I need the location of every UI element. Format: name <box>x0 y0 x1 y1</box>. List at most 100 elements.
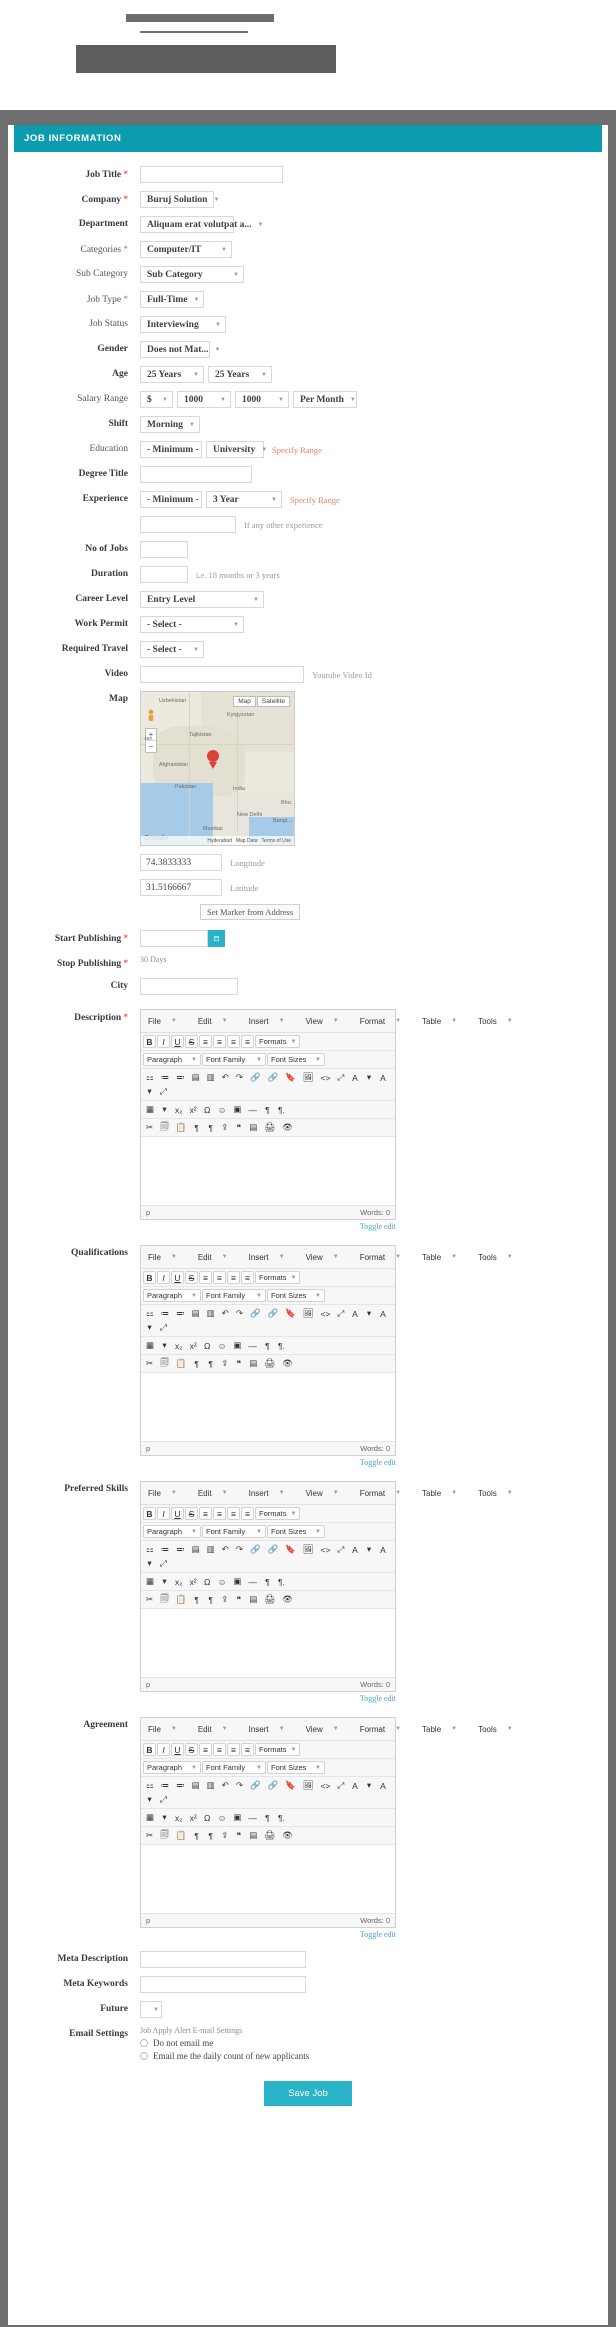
map-type-controls[interactable]: Map Satellite <box>233 696 290 707</box>
editor-tool-3-17[interactable]: ⤢ <box>157 1557 170 1570</box>
editor-tool-3-15[interactable]: A <box>376 1779 389 1792</box>
editor-menu-insert[interactable]: Insert▼ <box>242 1482 299 1504</box>
radio-daily-count[interactable] <box>140 2052 148 2060</box>
editor-tool-5-7[interactable]: ▤ <box>246 1829 260 1842</box>
editor-underline-button[interactable]: U <box>171 1507 184 1520</box>
editor-tool-4-0[interactable]: ▦ <box>143 1575 157 1588</box>
editor-tool-4-5[interactable]: ☺ <box>215 1811 230 1824</box>
editor-toolbar-row-5[interactable]: ✂🗐📋¶¶⇪❝▤🖨👁 <box>141 1119 395 1137</box>
editor-tool-3-2[interactable]: ≕ <box>173 1307 188 1320</box>
editor-paragraph-select[interactable]: Paragraph▼ <box>143 1053 201 1066</box>
editor-tool-3-4[interactable]: ▥ <box>204 1307 218 1320</box>
editor-menu-insert[interactable]: Insert▼ <box>242 1718 299 1740</box>
editor-menu-tools[interactable]: Tools▼ <box>471 1010 527 1032</box>
editor-tool-3-14[interactable]: ▾ <box>362 1071 375 1084</box>
no-of-jobs-input[interactable] <box>140 541 188 558</box>
editor-formats-select[interactable]: Formats▼ <box>255 1507 300 1520</box>
editor-tool-5-1[interactable]: 🗐 <box>157 1121 172 1134</box>
editor-tool-5-2[interactable]: 📋 <box>173 1593 190 1606</box>
map-marker-pin-icon[interactable] <box>207 750 219 768</box>
editor-tool-3-4[interactable]: ▥ <box>204 1779 218 1792</box>
editor-font-family-select[interactable]: Font Family▼ <box>202 1053 266 1066</box>
editor-font-sizes-select[interactable]: Font Sizes▼ <box>267 1053 325 1066</box>
age-from-select[interactable]: 25 Years▼ <box>140 366 204 383</box>
editor-formats-select[interactable]: Formats▼ <box>255 1271 300 1284</box>
editor-menu-table[interactable]: Table▼ <box>415 1010 471 1032</box>
shift-select[interactable]: Morning▼ <box>140 416 200 433</box>
editor-align-right-button[interactable]: ≡ <box>227 1271 240 1284</box>
rich-text-editor-0[interactable]: File▼Edit▼Insert▼View▼Format▼Table▼Tools… <box>140 1009 396 1220</box>
editor-menubar[interactable]: File▼Edit▼Insert▼View▼Format▼Table▼Tools… <box>141 1718 395 1741</box>
editor-tool-4-3[interactable]: x² <box>187 1811 200 1824</box>
editor-tool-5-5[interactable]: ⇪ <box>218 1357 231 1370</box>
career-level-select[interactable]: Entry Level▼ <box>140 591 264 608</box>
editor-align-left-button[interactable]: ≡ <box>199 1743 212 1756</box>
editor-tool-5-8[interactable]: 🖨 <box>261 1121 278 1134</box>
editor-tool-3-17[interactable]: ⤢ <box>157 1321 170 1334</box>
editor-tool-5-7[interactable]: ▤ <box>246 1593 260 1606</box>
experience-years-select[interactable]: 3 Year▼ <box>206 491 282 508</box>
editor-tool-4-8[interactable]: ¶ <box>261 1339 274 1352</box>
editor-menubar[interactable]: File▼Edit▼Insert▼View▼Format▼Table▼Tools… <box>141 1010 395 1033</box>
editor-tool-3-9[interactable]: 🔖 <box>282 1307 299 1320</box>
editor-menu-format[interactable]: Format▼ <box>353 1246 415 1268</box>
rich-text-editor-2[interactable]: File▼Edit▼Insert▼View▼Format▼Table▼Tools… <box>140 1481 396 1692</box>
editor-menu-tools[interactable]: Tools▼ <box>471 1482 527 1504</box>
set-marker-from-address-button[interactable]: Set Marker from Address <box>200 904 300 920</box>
editor-tool-3-12[interactable]: ⤢ <box>334 1543 347 1556</box>
editor-tool-3-1[interactable]: ≔ <box>158 1543 173 1556</box>
meta-keywords-input[interactable] <box>140 1976 306 1993</box>
editor-tool-3-10[interactable]: 🖼 <box>300 1779 317 1792</box>
editor-tool-4-2[interactable]: x₂ <box>172 1575 186 1588</box>
editor-align-center-button[interactable]: ≡ <box>213 1271 226 1284</box>
editor-tool-5-6[interactable]: ❝ <box>232 1593 245 1606</box>
editor-toolbar-row-2[interactable]: Paragraph▼Font Family▼Font Sizes▼ <box>141 1523 395 1541</box>
editor-tool-3-16[interactable]: ▾ <box>143 1085 156 1098</box>
editor-tool-3-8[interactable]: 🔗 <box>265 1071 282 1084</box>
editor-tool-4-7[interactable]: — <box>245 1811 260 1824</box>
editor-tool-4-5[interactable]: ☺ <box>215 1339 230 1352</box>
editor-tool-5-4[interactable]: ¶ <box>204 1829 217 1842</box>
editor-tool-3-17[interactable]: ⤢ <box>157 1085 170 1098</box>
editor-tool-4-4[interactable]: Ω <box>201 1811 214 1824</box>
editor-tool-3-8[interactable]: 🔗 <box>265 1307 282 1320</box>
editor-tool-5-3[interactable]: ¶ <box>190 1357 203 1370</box>
radio-do-not-email-me[interactable] <box>140 2039 148 2047</box>
salary-period-select[interactable]: Per Month▼ <box>293 391 357 408</box>
editor-menu-tools[interactable]: Tools▼ <box>471 1246 527 1268</box>
editor-menu-file[interactable]: File▼ <box>141 1246 191 1268</box>
editor-tool-4-0[interactable]: ▦ <box>143 1339 157 1352</box>
editor-tool-4-7[interactable]: — <box>245 1103 260 1116</box>
other-experience-input[interactable] <box>140 516 236 533</box>
editor-align-right-button[interactable]: ≡ <box>227 1035 240 1048</box>
editor-underline-button[interactable]: U <box>171 1743 184 1756</box>
editor-menu-file[interactable]: File▼ <box>141 1010 191 1032</box>
editor-toolbar-row-2[interactable]: Paragraph▼Font Family▼Font Sizes▼ <box>141 1759 395 1777</box>
editor-tool-3-7[interactable]: 🔗 <box>247 1071 264 1084</box>
editor-font-family-select[interactable]: Font Family▼ <box>202 1761 266 1774</box>
editor-tool-3-10[interactable]: 🖼 <box>300 1307 317 1320</box>
editor-tool-3-11[interactable]: <> <box>318 1543 334 1556</box>
editor-tool-3-6[interactable]: ↷ <box>233 1543 246 1556</box>
editor-tool-5-8[interactable]: 🖨 <box>261 1829 278 1842</box>
rich-text-editor-1[interactable]: File▼Edit▼Insert▼View▼Format▼Table▼Tools… <box>140 1245 396 1456</box>
editor-tool-4-0[interactable]: ▦ <box>143 1103 157 1116</box>
editor-formats-select[interactable]: Formats▼ <box>255 1743 300 1756</box>
editor-bold-button[interactable]: B <box>143 1271 156 1284</box>
editor-tool-5-1[interactable]: 🗐 <box>157 1357 172 1370</box>
editor-tool-5-1[interactable]: 🗐 <box>157 1829 172 1842</box>
editor-tool-3-2[interactable]: ≕ <box>173 1071 188 1084</box>
map-footer-terms[interactable]: Terms of Use <box>262 838 291 844</box>
salary-currency-select[interactable]: $▼ <box>140 391 173 408</box>
editor-toolbar-row-1[interactable]: BIUS≡≡≡≡Formats▼ <box>141 1741 395 1759</box>
calendar-icon-button[interactable] <box>208 930 225 947</box>
editor-tool-4-1[interactable]: ▾ <box>158 1339 171 1352</box>
editor-tool-3-16[interactable]: ▾ <box>143 1557 156 1570</box>
editor-menu-edit[interactable]: Edit▼ <box>191 1246 242 1268</box>
editor-tool-5-6[interactable]: ❝ <box>232 1829 245 1842</box>
editor-tool-3-11[interactable]: <> <box>318 1071 334 1084</box>
editor-toolbar-row-3[interactable]: ⚏≔≕▤▥↶↷🔗🔗🔖🖼<>⤢A▾A▾⤢ <box>141 1541 395 1573</box>
toggle-editor-link-0[interactable]: Toggle edit <box>140 1222 396 1231</box>
editor-menu-file[interactable]: File▼ <box>141 1718 191 1740</box>
editor-toolbar-row-2[interactable]: Paragraph▼Font Family▼Font Sizes▼ <box>141 1287 395 1305</box>
